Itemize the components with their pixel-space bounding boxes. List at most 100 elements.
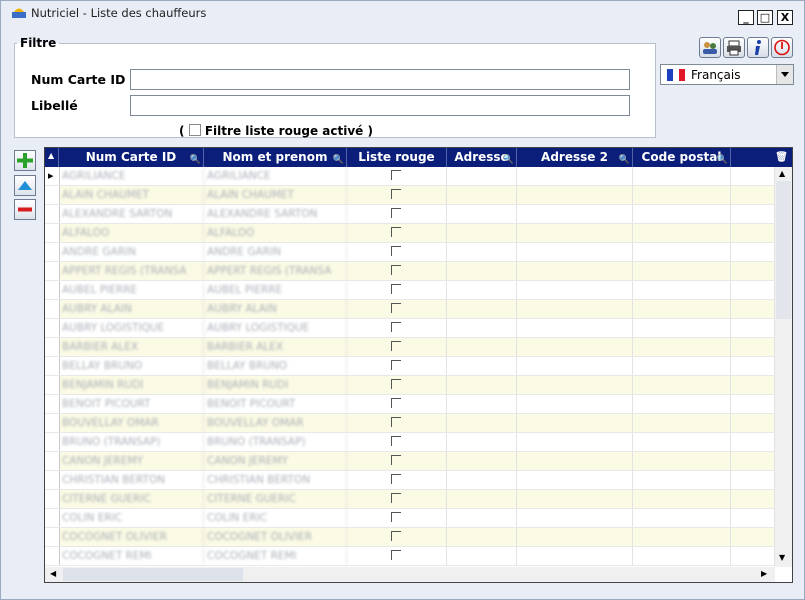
- table-cell[interactable]: [447, 338, 517, 356]
- num-carte-cell[interactable]: COCOGNET OLIVIER: [59, 528, 204, 546]
- num-carte-cell[interactable]: ALAIN CHAUMET: [59, 186, 204, 204]
- liste-rouge-checkbox[interactable]: [391, 341, 401, 351]
- table-row[interactable]: BENJAMIN RUDI BENJAMIN RUDI: [45, 376, 775, 395]
- nom-cell[interactable]: CANON JEREMY: [204, 452, 347, 470]
- column-header-adresse[interactable]: Adresse 🔍: [447, 148, 517, 167]
- liste-rouge-checkbox[interactable]: [391, 265, 401, 275]
- table-cell[interactable]: [447, 281, 517, 299]
- scroll-left-arrow-icon[interactable]: ◀: [50, 569, 56, 578]
- liste-rouge-checkbox[interactable]: [391, 417, 401, 427]
- table-cell[interactable]: [731, 452, 775, 470]
- row-selector[interactable]: [45, 376, 60, 394]
- liste-rouge-cell[interactable]: [347, 357, 447, 375]
- column-header-num-carte[interactable]: Num Carte ID 🔍: [59, 148, 204, 167]
- table-cell[interactable]: [633, 509, 731, 527]
- table-cell[interactable]: [731, 338, 775, 356]
- liste-rouge-cell[interactable]: [347, 433, 447, 451]
- table-cell[interactable]: [633, 395, 731, 413]
- row-selector[interactable]: [45, 357, 60, 375]
- liste-rouge-cell[interactable]: [347, 528, 447, 546]
- column-header-nom[interactable]: Nom et prenom 🔍: [204, 148, 347, 167]
- table-cell[interactable]: [517, 414, 633, 432]
- num-carte-cell[interactable]: COLIN ERIC: [59, 509, 204, 527]
- nom-cell[interactable]: ALAIN CHAUMET: [204, 186, 347, 204]
- table-cell[interactable]: [447, 452, 517, 470]
- liste-rouge-checkbox[interactable]: [391, 284, 401, 294]
- table-cell[interactable]: [447, 395, 517, 413]
- row-selector[interactable]: [45, 338, 60, 356]
- nom-cell[interactable]: AGRILIANCE: [204, 167, 347, 185]
- table-cell[interactable]: [731, 509, 775, 527]
- table-cell[interactable]: [731, 281, 775, 299]
- row-selector[interactable]: [45, 471, 60, 489]
- table-row[interactable]: BELLAY BRUNO BELLAY BRUNO: [45, 357, 775, 376]
- table-row[interactable]: BENOIT PICOURT BENOIT PICOURT: [45, 395, 775, 414]
- num-carte-input[interactable]: [130, 69, 630, 90]
- language-select[interactable]: Français: [660, 64, 794, 85]
- column-header-liste-rouge[interactable]: Liste rouge: [347, 148, 447, 167]
- scroll-up-arrow-icon[interactable]: ▲: [779, 169, 785, 178]
- nom-cell[interactable]: BARBIER ALEX: [204, 338, 347, 356]
- table-cell[interactable]: [633, 376, 731, 394]
- liste-rouge-cell[interactable]: [347, 452, 447, 470]
- nom-cell[interactable]: AUBRY ALAIN: [204, 300, 347, 318]
- maximize-button[interactable]: □: [757, 10, 773, 25]
- table-row[interactable]: BOUVELLAY OMAR BOUVELLAY OMAR: [45, 414, 775, 433]
- table-cell[interactable]: [517, 547, 633, 565]
- table-row[interactable]: ALFALOO ALFALOO: [45, 224, 775, 243]
- table-cell[interactable]: [731, 205, 775, 223]
- nom-cell[interactable]: BRUNO (TRANSAP): [204, 433, 347, 451]
- table-cell[interactable]: [517, 357, 633, 375]
- table-row[interactable]: AUBRY LOGISTIQUE AUBRY LOGISTIQUE: [45, 319, 775, 338]
- print-button[interactable]: [723, 37, 745, 58]
- table-cell[interactable]: [517, 395, 633, 413]
- table-cell[interactable]: [731, 433, 775, 451]
- row-selector[interactable]: [45, 433, 60, 451]
- table-cell[interactable]: [633, 224, 731, 242]
- table-cell[interactable]: [633, 186, 731, 204]
- scroll-down-arrow-icon[interactable]: ▼: [779, 553, 785, 562]
- row-selector[interactable]: [45, 262, 60, 280]
- table-cell[interactable]: [447, 319, 517, 337]
- table-row[interactable]: ALAIN CHAUMET ALAIN CHAUMET: [45, 186, 775, 205]
- table-cell[interactable]: [517, 452, 633, 470]
- row-selector[interactable]: [45, 414, 60, 432]
- table-cell[interactable]: [633, 452, 731, 470]
- liste-rouge-checkbox[interactable]: [391, 493, 401, 503]
- table-cell[interactable]: [447, 357, 517, 375]
- num-carte-cell[interactable]: BELLAY BRUNO: [59, 357, 204, 375]
- title-bar[interactable]: Nutriciel - Liste des chauffeurs _ □ X: [1, 1, 804, 25]
- table-row[interactable]: ▸ AGRILIANCE AGRILIANCE: [45, 167, 775, 186]
- row-selector[interactable]: [45, 281, 60, 299]
- liste-rouge-cell[interactable]: [347, 243, 447, 261]
- liste-rouge-checkbox[interactable]: [391, 189, 401, 199]
- table-cell[interactable]: [517, 471, 633, 489]
- table-cell[interactable]: [633, 528, 731, 546]
- table-cell[interactable]: [731, 319, 775, 337]
- table-row[interactable]: ALEXANDRE SARTON ALEXANDRE SARTON: [45, 205, 775, 224]
- vertical-scrollbar[interactable]: ▲ ▼: [775, 167, 792, 567]
- column-header-adresse-2[interactable]: Adresse 2 🔍: [517, 148, 633, 167]
- liste-rouge-cell[interactable]: [347, 319, 447, 337]
- red-list-filter[interactable]: ( Filtre liste rouge activé ): [179, 124, 373, 138]
- table-cell[interactable]: [447, 376, 517, 394]
- liste-rouge-cell[interactable]: [347, 281, 447, 299]
- table-cell[interactable]: [447, 490, 517, 508]
- liste-rouge-checkbox[interactable]: [391, 512, 401, 522]
- table-cell[interactable]: [633, 281, 731, 299]
- table-cell[interactable]: [731, 243, 775, 261]
- table-cell[interactable]: [633, 167, 731, 185]
- liste-rouge-cell[interactable]: [347, 167, 447, 185]
- table-row[interactable]: BARBIER ALEX BARBIER ALEX: [45, 338, 775, 357]
- nom-cell[interactable]: APPERT REGIS (TRANSA: [204, 262, 347, 280]
- num-carte-cell[interactable]: BARBIER ALEX: [59, 338, 204, 356]
- liste-rouge-checkbox[interactable]: [391, 550, 401, 560]
- nom-cell[interactable]: ANDRE GARIN: [204, 243, 347, 261]
- table-cell[interactable]: [447, 547, 517, 565]
- num-carte-cell[interactable]: BOUVELLAY OMAR: [59, 414, 204, 432]
- num-carte-cell[interactable]: ANDRE GARIN: [59, 243, 204, 261]
- table-cell[interactable]: [633, 433, 731, 451]
- table-cell[interactable]: [633, 357, 731, 375]
- table-cell[interactable]: [633, 490, 731, 508]
- num-carte-cell[interactable]: CITERNE GUERIC: [59, 490, 204, 508]
